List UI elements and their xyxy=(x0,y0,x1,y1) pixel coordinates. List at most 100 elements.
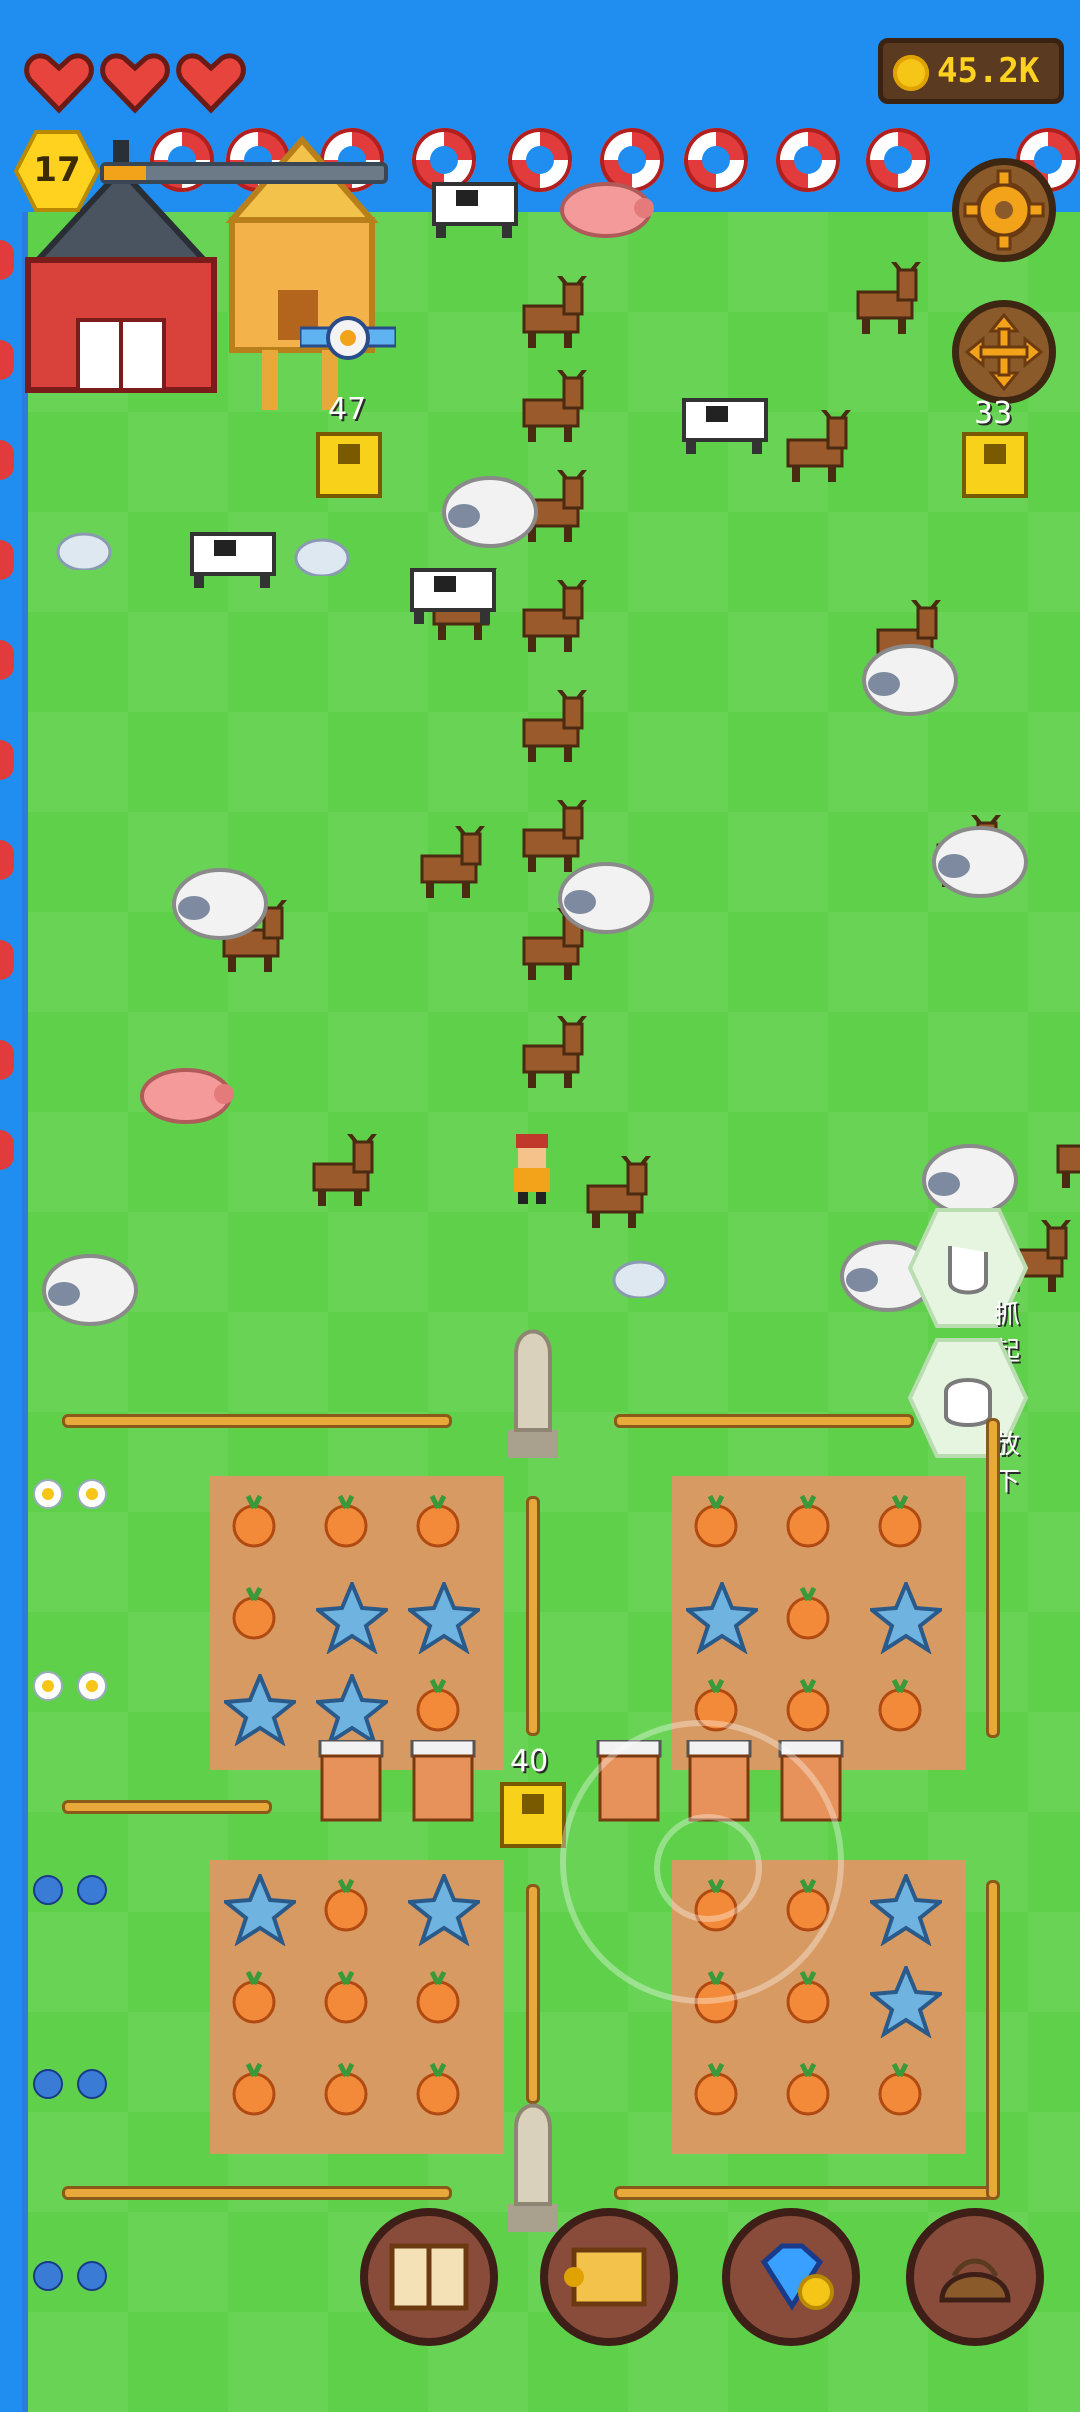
move-button[interactable] xyxy=(952,300,1056,404)
pumpkin-sprout-icon xyxy=(870,1674,942,1750)
buoy-icon xyxy=(866,128,930,192)
heart-icon xyxy=(176,53,246,114)
blue-flower-icon xyxy=(32,2260,64,2296)
middle-counter: 40 xyxy=(510,1744,549,1779)
deer-icon xyxy=(770,406,860,490)
sheep-icon xyxy=(930,822,1030,910)
deer-icon xyxy=(506,1012,596,1096)
deer-icon xyxy=(840,258,930,342)
settings-button[interactable] xyxy=(952,158,1056,262)
pumpkin-sprout-icon xyxy=(224,1582,296,1658)
fence xyxy=(526,1496,540,1736)
buoy-icon xyxy=(776,128,840,192)
beehive-icon xyxy=(408,1738,478,1826)
star-crop-icon xyxy=(312,1578,392,1658)
journal-button[interactable] xyxy=(360,2208,498,2346)
bag-icon xyxy=(939,2258,1011,2303)
pumpkin-sprout-icon xyxy=(408,2058,480,2134)
star-crop-icon xyxy=(312,1670,392,1750)
pumpkin-sprout-icon xyxy=(408,1674,480,1750)
deer-icon xyxy=(1040,1116,1080,1196)
drone-icon[interactable] xyxy=(298,308,398,372)
blue-flower-icon xyxy=(32,1874,64,1910)
rabbit-icon xyxy=(292,528,352,580)
sheep-icon xyxy=(40,1250,140,1338)
gear-icon xyxy=(963,169,1045,251)
pumpkin-sprout-icon xyxy=(870,1490,942,1566)
deer-icon xyxy=(506,686,596,770)
pumpkin-sprout-icon xyxy=(778,1490,850,1566)
pumpkin-sprout-icon xyxy=(316,2058,388,2134)
cow-icon xyxy=(184,520,284,596)
deer-icon xyxy=(404,822,494,906)
star-crop-icon xyxy=(404,1870,484,1950)
blue-flower-icon xyxy=(76,2068,108,2104)
buoy-icon xyxy=(684,128,748,192)
fence xyxy=(62,2186,452,2200)
shop-button[interactable] xyxy=(722,2208,860,2346)
coin-value: 45.2K xyxy=(937,51,1040,91)
cow-icon xyxy=(676,386,776,462)
pumpkin-sprout-icon xyxy=(870,2058,942,2134)
blue-flower-icon xyxy=(76,2260,108,2296)
put-down-button[interactable]: 放下 xyxy=(906,1336,1030,1497)
statue-icon[interactable] xyxy=(498,2094,568,2234)
fence xyxy=(526,1884,540,2104)
level-number: 17 xyxy=(33,150,81,190)
star-crop-icon xyxy=(682,1578,762,1658)
deer-icon xyxy=(506,366,596,450)
map-button[interactable] xyxy=(540,2208,678,2346)
fence xyxy=(986,1418,1000,1738)
deer-icon xyxy=(506,576,596,660)
pumpkin-sprout-icon xyxy=(316,1490,388,1566)
joystick-knob[interactable] xyxy=(654,1814,762,1922)
right-counter: 33 xyxy=(974,396,1013,431)
coin-icon xyxy=(893,55,929,91)
pumpkin-sprout-icon xyxy=(778,1582,850,1658)
beehive-icon xyxy=(316,1738,386,1826)
map-scroll-icon xyxy=(564,2247,647,2307)
xp-progress-fill xyxy=(104,166,146,180)
fence xyxy=(614,1414,914,1428)
deer-icon xyxy=(506,272,596,356)
crate-icon[interactable] xyxy=(500,1782,566,1848)
statue-icon[interactable] xyxy=(498,1320,568,1460)
star-crop-icon xyxy=(866,1962,946,2042)
fence xyxy=(986,1880,1000,2200)
sheep-icon xyxy=(170,864,270,952)
pumpkin-sprout-icon xyxy=(316,1966,388,2042)
virtual-joystick[interactable] xyxy=(560,1720,844,2004)
sheep-icon xyxy=(440,472,540,560)
deer-icon xyxy=(296,1130,386,1214)
crate-icon[interactable] xyxy=(962,432,1028,498)
sheep-icon xyxy=(860,640,960,728)
rabbit-icon xyxy=(610,1250,670,1302)
pumpkin-sprout-icon xyxy=(224,1966,296,2042)
hand-grab-icon xyxy=(948,1246,988,1295)
pumpkin-sprout-icon xyxy=(686,2058,758,2134)
fence xyxy=(62,1414,452,1428)
pumpkin-sprout-icon xyxy=(316,1874,388,1950)
pumpkin-sprout-icon xyxy=(778,2058,850,2134)
level-badge: 17 xyxy=(13,130,101,212)
gem-shop-icon xyxy=(760,2243,834,2311)
deer-icon xyxy=(570,1152,660,1236)
pumpkin-sprout-icon xyxy=(224,2058,296,2134)
farmer-player[interactable] xyxy=(508,1134,556,1204)
cow-icon xyxy=(426,170,526,246)
pumpkin-sprout-icon xyxy=(408,1966,480,2042)
pumpkin-sprout-icon xyxy=(778,1674,850,1750)
crate-icon[interactable] xyxy=(316,432,382,498)
coin-counter[interactable]: 45.2K xyxy=(878,38,1064,104)
sheep-icon xyxy=(556,858,656,946)
pick-up-button[interactable]: 抓起 xyxy=(906,1206,1030,1367)
pumpkin-sprout-icon xyxy=(408,1490,480,1566)
pumpkin-sprout-icon xyxy=(224,1490,296,1566)
daisy-icon xyxy=(76,1670,108,1706)
inventory-button[interactable] xyxy=(906,2208,1044,2346)
blue-flower-icon xyxy=(32,2068,64,2104)
fence xyxy=(614,2186,994,2200)
book-icon xyxy=(389,2243,469,2311)
daisy-icon xyxy=(76,1478,108,1514)
daisy-icon xyxy=(32,1670,64,1706)
